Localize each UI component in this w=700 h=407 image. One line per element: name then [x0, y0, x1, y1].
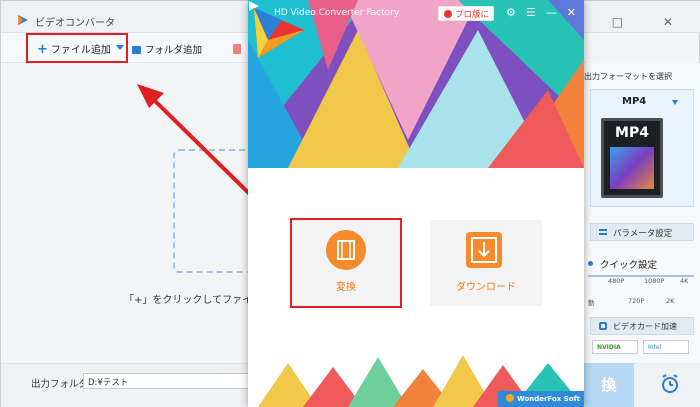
banner: HD Video Converter Factory プロ版に ⚙☰—✕ — [248, 0, 584, 168]
add-file-highlight — [26, 33, 128, 63]
upgrade-pro-button[interactable]: プロ版に — [438, 6, 494, 21]
add-folder-button[interactable]: フォルダ追加 — [132, 42, 202, 56]
gpu-acceleration-label: ビデオカード加速 — [613, 322, 677, 331]
wonderfox-logo-icon — [506, 394, 515, 402]
chip-icon — [599, 322, 607, 330]
quick-setting-label: クイック設定 — [600, 260, 658, 271]
fg-window-controls[interactable]: ⚙☰—✕ — [506, 6, 584, 19]
nvidia-chip[interactable]: NVIDIA — [592, 340, 638, 354]
alarm-clock-icon — [661, 374, 678, 393]
mp4-thumbnail — [610, 147, 654, 189]
brand-label: WonderFox Soft — [506, 394, 580, 403]
mp4-format-icon[interactable]: MP4 — [601, 118, 663, 198]
quality-slider[interactable] — [588, 275, 694, 277]
output-format-panel: 出力フォーマットを選択 MP4 MP4 パラメータ設定 クイック設定 480P … — [584, 63, 700, 363]
folder-icon — [132, 46, 141, 54]
fg-footer-pattern: WonderFox Soft — [248, 355, 584, 407]
output-folder-field[interactable]: D:¥テスト — [83, 373, 249, 389]
parameter-settings-label: パラメータ設定 — [613, 229, 673, 239]
brand-text: WonderFox Soft — [517, 395, 580, 403]
quality-label: 1080P — [644, 277, 665, 285]
upgrade-pro-label: プロ版に — [455, 10, 490, 20]
format-name: MP4 — [622, 96, 647, 107]
hd-video-converter-window: HD Video Converter Factory プロ版に ⚙☰—✕ 変換 — [248, 0, 584, 407]
gpu-acceleration-button[interactable]: ビデオカード加速 — [590, 317, 694, 335]
pro-icon — [444, 10, 452, 18]
add-file-hint: 「+」をクリックしてファイルを追加 — [124, 295, 251, 306]
add-folder-label: フォルダ追加 — [145, 45, 203, 56]
convert-run-button[interactable]: 換 — [584, 363, 634, 407]
convert-highlight — [290, 218, 402, 308]
quality-label: 動 — [588, 299, 595, 307]
intel-chip[interactable]: Intel — [643, 340, 689, 354]
quality-label: 2K — [666, 297, 675, 305]
quality-label: 4K — [680, 277, 689, 285]
chevron-down-icon[interactable] — [672, 100, 678, 105]
download-icon — [466, 232, 502, 268]
output-format-title: 出力フォーマットを選択 — [584, 72, 672, 81]
mp4-tile-text: MP4 — [615, 125, 649, 141]
main-window-title: ビデオコンバータ — [35, 18, 115, 29]
settings-sliders-icon — [599, 229, 607, 235]
quality-label: 480P — [608, 277, 625, 285]
alarm-clock-button[interactable] — [638, 363, 700, 407]
download-tile[interactable]: ダウンロード — [430, 220, 542, 306]
app-logo-icon — [18, 15, 28, 25]
video-converter-logo-icon — [254, 8, 304, 58]
quick-setting-dot-icon — [588, 261, 593, 266]
quality-label: 720P — [628, 297, 645, 305]
trash-icon[interactable] — [233, 44, 241, 54]
download-label: ダウンロード — [456, 282, 516, 293]
parameter-settings-button[interactable]: パラメータ設定 — [590, 223, 694, 241]
